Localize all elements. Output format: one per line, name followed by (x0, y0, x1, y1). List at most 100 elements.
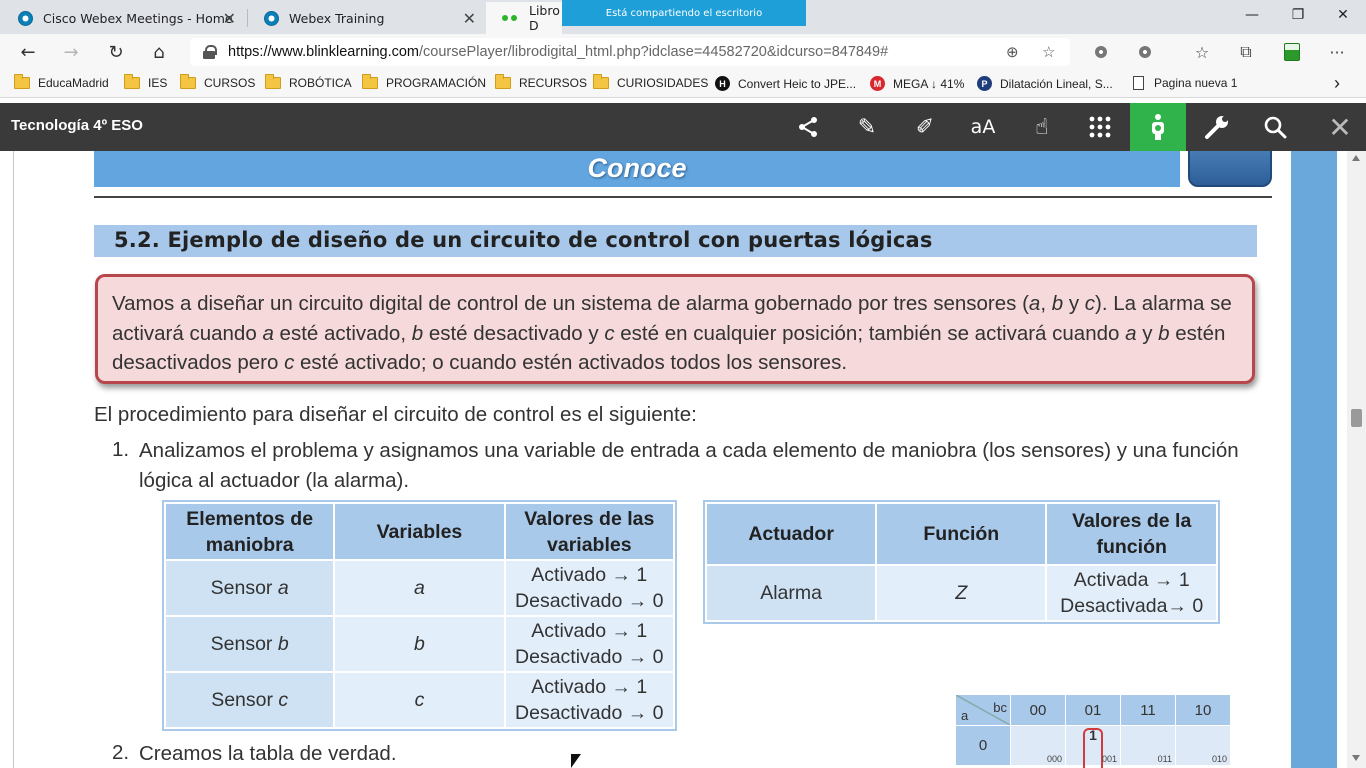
tab-webex-training[interactable]: Webex Training ✕ (248, 2, 486, 34)
bookmark-label: CURIOSIDADES (617, 76, 709, 90)
folder-icon (362, 74, 378, 89)
folder-icon (124, 74, 140, 89)
url-bar[interactable]: https://www.blinklearning.com/coursePlay… (190, 38, 1070, 66)
tab-title: Cisco Webex Meetings - Home (43, 10, 233, 26)
bookmark-mega[interactable]: M MEGA ↓ 41% (870, 76, 964, 91)
apps-grid-icon[interactable] (1072, 103, 1128, 151)
pencil-icon[interactable]: ✎ (839, 103, 895, 151)
inputs-table: Elementos de maniobra Variables Valores … (162, 500, 677, 731)
browser-tabstrip: Cisco Webex Meetings - Home ✕ Webex Trai… (0, 0, 1366, 34)
book-title: Tecnología 4º ESO (11, 117, 143, 134)
search-icon[interactable] (1247, 103, 1303, 151)
app-header: Tecnología 4º ESO ✎ ✐ aA ☝ ✕ (0, 103, 1366, 151)
text-size-icon[interactable]: aA (955, 103, 1011, 151)
bookmark-educamadrid[interactable]: EducaMadrid (14, 74, 109, 90)
close-book-icon[interactable]: ✕ (1312, 103, 1366, 151)
touch-icon[interactable]: ☝ (1014, 103, 1070, 151)
add-favorite-icon[interactable]: ☆ (1042, 43, 1055, 61)
page-icon (1133, 76, 1144, 90)
extension-icon[interactable] (1134, 42, 1156, 62)
scroll-down-arrow-icon[interactable] (1352, 755, 1360, 761)
tab-title: Libro D (529, 3, 560, 33)
step-1-text: Analizamos el problema y asignamos una v… (139, 439, 1239, 492)
lock-icon[interactable] (202, 45, 217, 59)
table-cell: Activado → 1 Desactivado → 0 (503, 615, 676, 673)
table-header: Variables (333, 502, 506, 561)
bookmark-label: Convert Heic to JPE... (738, 76, 857, 91)
forward-button[interactable]: → (58, 40, 84, 64)
collections-icon[interactable]: ⧉ (1235, 42, 1257, 62)
bookmark-cursos[interactable]: CURSOS (180, 74, 256, 90)
minimize-button[interactable]: — (1229, 0, 1275, 30)
bookmark-label: CURSOS (204, 76, 256, 90)
tab-libro-digital[interactable]: Libro D (486, 2, 562, 34)
folder-icon (265, 74, 281, 89)
favorites-icon[interactable]: ☆ (1191, 42, 1213, 62)
section-heading-bar: 5.2. Ejemplo de diseño de un circuito de… (94, 225, 1257, 257)
reload-button[interactable]: ↻ (103, 40, 129, 64)
table-header: Elementos de maniobra (163, 502, 336, 561)
table-cell: Activado → 1 Desactivado → 0 (503, 559, 676, 617)
marker-icon[interactable]: ✐ (897, 103, 953, 151)
tab-close-icon[interactable]: ✕ (463, 9, 476, 28)
window-close-button[interactable]: ✕ (1320, 0, 1366, 30)
bookmark-recursos[interactable]: RECURSOS (495, 74, 587, 90)
kmap-col-header: 00 (1010, 694, 1066, 726)
calculator-extension-icon[interactable] (1281, 42, 1303, 62)
table-header: Función (875, 502, 1048, 566)
bookmark-pagina-nueva[interactable]: Pagina nueva 1 (1133, 76, 1237, 90)
home-button[interactable]: ⌂ (146, 40, 172, 64)
bookmark-label: IES (148, 76, 168, 90)
kmap-col-var: bc (993, 700, 1007, 715)
back-button[interactable]: ← (15, 40, 41, 64)
bookmark-programacion[interactable]: PROGRAMACIÓN (362, 74, 487, 90)
table-cell: c (333, 671, 506, 729)
table-header: Valores de la función (1045, 502, 1218, 566)
bookmark-curiosidades[interactable]: CURIOSIDADES (593, 74, 709, 90)
bookmark-label: PROGRAMACIÓN (386, 76, 487, 90)
tab-title: Webex Training (289, 10, 385, 26)
bookmark-ies[interactable]: IES (124, 74, 168, 90)
kmap-col-header: 10 (1175, 694, 1231, 726)
webex-icon (264, 10, 279, 26)
step-number: 1. (112, 438, 130, 461)
chapter-badge (1188, 151, 1272, 187)
vertical-scrollbar[interactable] (1347, 151, 1366, 768)
scroll-up-arrow-icon[interactable] (1352, 155, 1360, 161)
bookmark-dilatacion[interactable]: P Dilatación Lineal, S... (977, 76, 1113, 91)
zoom-icon[interactable]: ⊕ (1006, 43, 1019, 61)
page-edge (13, 151, 14, 768)
table-row: Sensor b b Activado → 1 Desactivado → 0 (163, 615, 676, 673)
divider (94, 196, 1272, 198)
table-cell: b (333, 615, 506, 673)
table-cell: Sensor c (163, 671, 336, 729)
scroll-thumb[interactable] (1351, 409, 1362, 427)
step-number: 2. (112, 741, 130, 764)
screen-sharing-banner[interactable]: Está compartiendo el escritorio (562, 0, 806, 26)
step-2-text: Creamos la tabla de verdad. (139, 742, 397, 765)
problem-statement: Vamos a diseñar un circuito digital de c… (112, 292, 1232, 374)
table-cell: Activada → 1 Desactivada→ 0 (1045, 564, 1218, 622)
url-path: /coursePlayer/librodigital_html.php?idcl… (419, 44, 889, 60)
kmap-row-var: a (961, 708, 969, 723)
tab-cisco-webex-home[interactable]: Cisco Webex Meetings - Home ✕ (2, 2, 246, 34)
share-icon[interactable] (780, 103, 836, 151)
folder-icon (495, 74, 511, 89)
bookmark-robotica[interactable]: ROBÓTICA (265, 74, 352, 90)
bookmark-label: Dilatación Lineal, S... (1000, 76, 1113, 91)
bookmark-label: EducaMadrid (38, 76, 109, 90)
extension-icon[interactable] (1090, 42, 1112, 62)
more-menu-icon[interactable]: ··· (1326, 42, 1348, 62)
restore-button[interactable]: ❐ (1275, 0, 1321, 30)
bookmark-convert-heic[interactable]: H Convert Heic to JPE... (715, 76, 856, 91)
accessibility-icon[interactable] (1130, 103, 1186, 151)
bookmarks-bar: EducaMadrid IES CURSOS ROBÓTICA PROGRAMA… (0, 70, 1366, 98)
tab-close-icon[interactable]: ✕ (223, 9, 236, 28)
mega-icon: M (870, 76, 885, 91)
tools-icon[interactable] (1189, 103, 1245, 151)
table-cell: Sensor a (163, 559, 336, 617)
table-header: Valores de las variables (503, 502, 676, 561)
bookmarks-overflow-chevron-icon[interactable]: › (1334, 73, 1340, 94)
heic-converter-icon: H (715, 76, 730, 91)
book-page: Conoce 5.2. Ejemplo de diseño de un circ… (0, 151, 1366, 768)
